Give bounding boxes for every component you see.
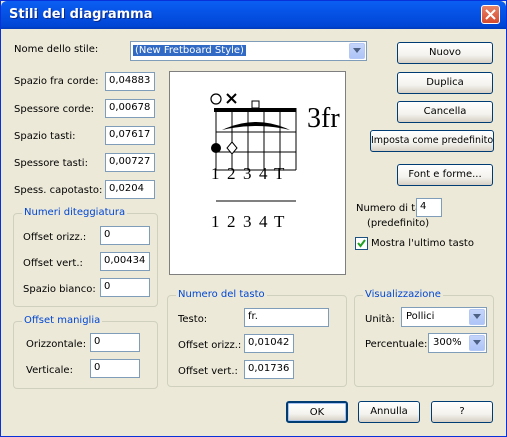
ok-button[interactable]: OK — [286, 401, 348, 423]
chevron-down-icon — [353, 48, 361, 53]
finger-label: 1 — [211, 212, 220, 231]
chevron-down-icon — [473, 340, 481, 345]
display-group-title: Visualizzazione — [363, 289, 443, 300]
fingering-h-offset-input[interactable]: 0 — [100, 226, 150, 245]
fret-count-input[interactable]: 4 — [416, 198, 442, 217]
duplicate-button[interactable]: Duplica — [397, 72, 493, 94]
show-last-fret-checkbox[interactable] — [355, 237, 368, 250]
finger-label: T — [274, 212, 285, 231]
finger-label: 2 — [227, 164, 236, 183]
fingering-v-offset-label: Offset vert.: — [23, 258, 83, 269]
fret-spacing-label: Spazio tasti: — [14, 131, 76, 142]
open-string-icon — [210, 93, 222, 105]
fret-count-default-label: (predefinito) — [367, 218, 430, 229]
fingering-h-offset-label: Offset orizz.: — [23, 232, 87, 243]
percent-dropdown-button[interactable] — [469, 335, 485, 351]
handle-offset-group-title: Offset maniglia — [22, 315, 103, 326]
handle-horizontal-input[interactable]: 0 — [90, 333, 140, 352]
unit-dropdown[interactable]: Pollici — [401, 307, 487, 327]
blank-space-input[interactable]: 0 — [100, 278, 150, 297]
fret-v-offset-label: Offset vert.: — [178, 366, 238, 377]
finger-label: 4 — [259, 212, 268, 231]
delete-button[interactable]: Cancella — [397, 101, 493, 123]
handle-horizontal-label: Orizzontale: — [26, 339, 87, 350]
fret-text-label: Testo: — [178, 314, 208, 325]
fingering-group-title: Numeri diteggiatura — [22, 207, 128, 218]
fret-v-offset-input[interactable]: 0,01736 — [244, 360, 294, 379]
percent-label: Percentuale: — [365, 339, 428, 350]
finger-label: 1 — [211, 164, 220, 183]
fret-number-label: 3fr — [307, 103, 340, 134]
strings — [215, 108, 297, 170]
fret-text-input[interactable]: fr. — [244, 308, 329, 327]
dropdown-button[interactable] — [349, 43, 365, 59]
style-name-label: Nome dello stile: — [14, 44, 99, 55]
fret-number-group-title: Numero del tasto — [176, 289, 267, 300]
nut-thickness-label: Spess. capotasto: — [14, 185, 103, 196]
square-marker-icon — [251, 100, 260, 109]
fret-h-offset-input[interactable]: 0,01042 — [244, 334, 294, 353]
close-icon — [485, 9, 496, 20]
finger-dot-icon — [211, 143, 221, 153]
percent-value: 300% — [433, 337, 462, 348]
set-default-button[interactable]: Imposta come predefinito — [370, 130, 494, 152]
help-button[interactable]: ? — [431, 401, 493, 423]
diagram-preview: 3fr 1 2 3 4 T 1 2 3 4 T — [169, 71, 346, 275]
string-thickness-input[interactable]: 0,00678 — [105, 99, 155, 118]
chevron-down-icon — [473, 314, 481, 319]
unit-dropdown-button[interactable] — [469, 309, 485, 325]
percent-dropdown[interactable]: 300% — [428, 333, 487, 353]
finger-label: 4 — [259, 164, 268, 183]
title-bar[interactable]: Stili del diagramma — [1, 1, 506, 29]
handle-vertical-input[interactable]: 0 — [90, 359, 140, 378]
show-last-fret-label: Mostra l'ultimo tasto — [371, 238, 474, 249]
style-name-value: (New Fretboard Style) — [133, 45, 246, 56]
finger-label: 3 — [243, 164, 252, 183]
cancel-button[interactable]: Annulla — [358, 401, 420, 423]
fret-h-offset-label: Offset orizz.: — [178, 340, 242, 351]
handle-offset-group: Offset maniglia — [13, 315, 158, 389]
fingering-v-offset-input[interactable]: 0,00434 — [100, 252, 150, 271]
finger-row-bottom: 1 2 3 4 T — [211, 212, 285, 231]
unit-value: Pollici — [406, 311, 435, 322]
finger-label: 3 — [243, 212, 252, 231]
fret-thickness-label: Spessore tasti: — [14, 158, 88, 169]
style-name-dropdown[interactable]: (New Fretboard Style) — [130, 41, 367, 61]
nut — [214, 108, 296, 112]
fretboard-diagram: 3fr 1 2 3 4 T 1 2 3 4 T — [210, 93, 340, 231]
muted-string-icon — [226, 93, 237, 104]
fonts-shapes-button[interactable]: Font e forme... — [397, 164, 493, 186]
string-spacing-label: Spazio fra corde: — [14, 76, 99, 87]
window-title: Stili del diagramma — [9, 7, 153, 22]
nut-thickness-input[interactable]: 0,0204 — [105, 180, 155, 199]
checkmark-icon — [357, 239, 366, 248]
new-button[interactable]: Nuovo — [397, 42, 493, 64]
fret-thickness-input[interactable]: 0,00727 — [105, 153, 155, 172]
fret-spacing-input[interactable]: 0,07617 — [105, 126, 155, 145]
finger-label: T — [274, 164, 285, 183]
close-button[interactable] — [481, 5, 500, 24]
finger-label: 2 — [227, 212, 236, 231]
unit-label: Unità: — [365, 314, 395, 325]
handle-vertical-label: Verticale: — [26, 365, 73, 376]
string-thickness-label: Spessore corde: — [14, 104, 95, 115]
blank-space-label: Spazio bianco: — [23, 284, 96, 295]
dialog-window: Stili del diagramma Nome dello stile: (N… — [0, 0, 507, 437]
string-spacing-input[interactable]: 0,04883 — [105, 72, 155, 91]
finger-row-top: 1 2 3 4 T — [211, 164, 285, 183]
